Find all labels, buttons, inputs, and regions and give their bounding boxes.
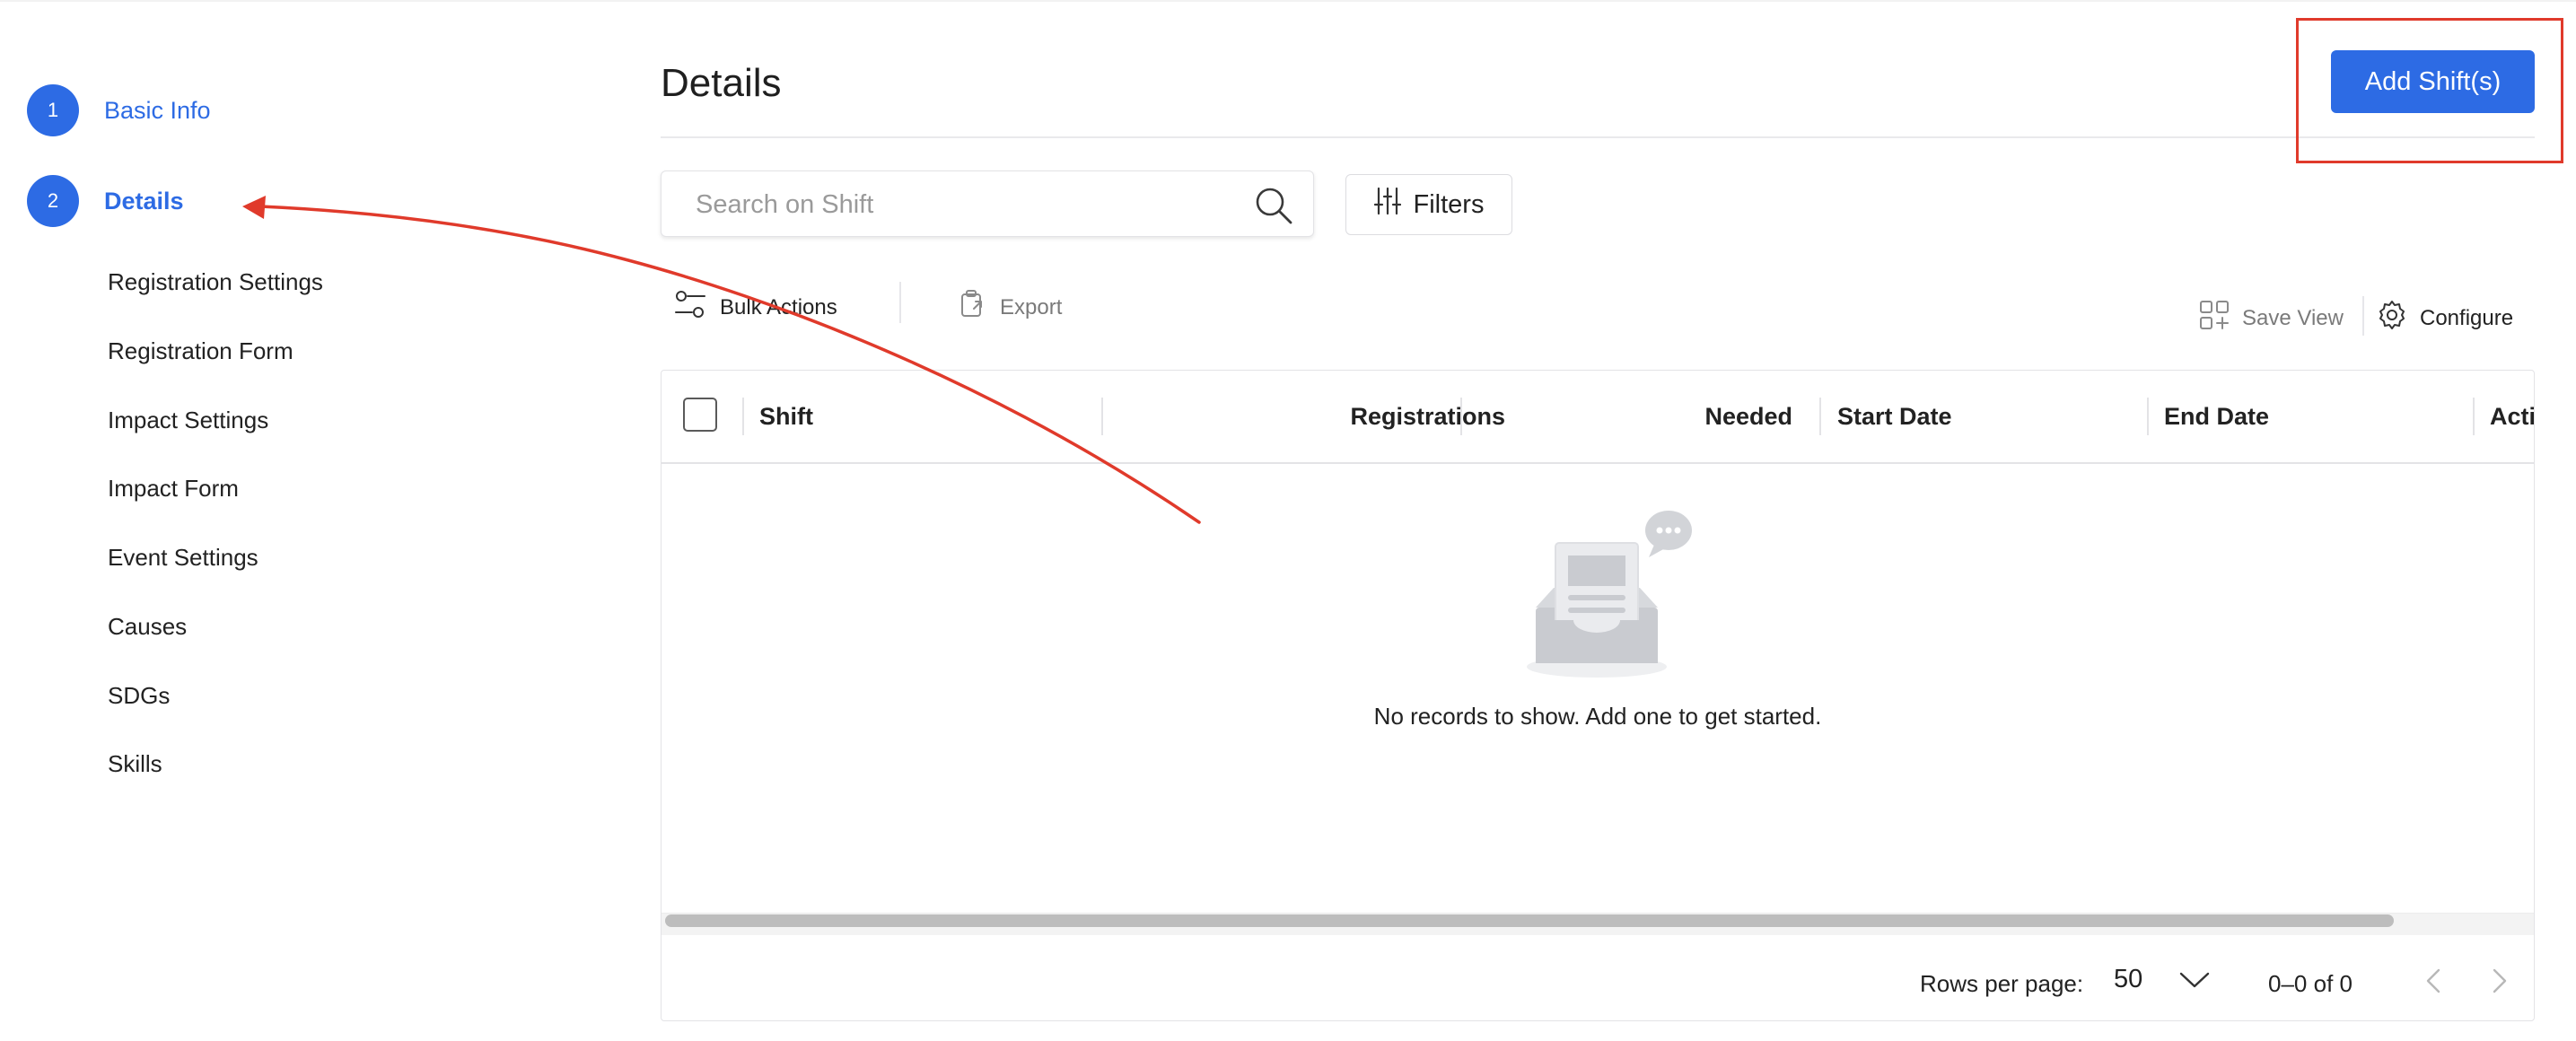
rows-per-page-select[interactable]: 50 — [2114, 965, 2142, 994]
title-divider — [661, 136, 2535, 138]
rows-per-page-label: Rows per page: — [1920, 970, 2084, 997]
chevron-left-icon[interactable] — [2423, 963, 2446, 1003]
column-actions[interactable]: Acti — [2490, 403, 2534, 431]
empty-inbox-illustration — [1523, 505, 1703, 689]
step-basic-info[interactable]: 1 Basic Info — [27, 84, 211, 136]
subnav-event-settings[interactable]: Event Settings — [108, 544, 258, 572]
annotation-highlight-box — [2296, 18, 2563, 163]
export-label: Export — [1000, 294, 1063, 319]
column-end-date[interactable]: End Date — [2164, 403, 2269, 431]
filters-label: Filters — [1413, 189, 1485, 219]
bulk-actions-label: Bulk Actions — [720, 294, 837, 319]
configure-label: Configure — [2420, 305, 2514, 330]
column-divider — [1101, 398, 1103, 435]
step-number: 2 — [27, 175, 79, 227]
subnav-sdgs[interactable]: SDGs — [108, 682, 170, 710]
empty-state-message: No records to show. Add one to get start… — [1373, 703, 1822, 730]
column-divider — [2147, 398, 2149, 435]
bulk-actions-icon — [673, 289, 707, 326]
search-icon[interactable] — [1254, 186, 1293, 230]
filters-button[interactable]: Filters — [1345, 174, 1512, 235]
search-input[interactable] — [694, 184, 1200, 225]
horizontal-scrollbar-thumb[interactable] — [665, 914, 2394, 927]
column-divider — [742, 398, 744, 435]
column-divider — [1460, 398, 1462, 435]
select-all-checkbox[interactable] — [683, 398, 717, 432]
configure-button[interactable]: Configure — [2377, 300, 2513, 337]
subnav-registration-settings[interactable]: Registration Settings — [108, 268, 323, 296]
chevron-right-icon[interactable] — [2487, 963, 2510, 1003]
pagination-range: 0–0 of 0 — [2268, 970, 2353, 997]
step-number: 1 — [27, 84, 79, 136]
search-box[interactable] — [661, 171, 1314, 237]
page-title: Details — [661, 61, 782, 105]
subnav-impact-form[interactable]: Impact Form — [108, 475, 239, 503]
shifts-table: Shift Registrations Needed Start Date En… — [661, 370, 2535, 1021]
save-view-button[interactable]: Save View — [2199, 300, 2344, 337]
filters-icon — [1373, 187, 1401, 223]
toolbar-divider — [2362, 296, 2364, 336]
step-label: Details — [104, 187, 184, 214]
export-icon — [959, 289, 987, 326]
column-needed[interactable]: Needed — [1704, 403, 1792, 431]
column-divider — [2473, 398, 2475, 435]
bulk-actions-button[interactable]: Bulk Actions — [673, 289, 837, 326]
column-start-date[interactable]: Start Date — [1837, 403, 1952, 431]
subnav-skills[interactable]: Skills — [108, 750, 162, 778]
column-shift[interactable]: Shift — [759, 403, 813, 431]
step-details[interactable]: 2 Details — [27, 175, 184, 227]
top-divider — [0, 0, 2576, 2]
table-header: Shift Registrations Needed Start Date En… — [662, 371, 2534, 464]
subnav-causes[interactable]: Causes — [108, 613, 187, 641]
column-registrations[interactable]: Registrations — [1350, 403, 1505, 431]
save-view-icon — [2199, 300, 2230, 337]
column-divider — [1819, 398, 1821, 435]
gear-icon — [2377, 300, 2407, 337]
step-label: Basic Info — [104, 96, 211, 124]
subnav-impact-settings[interactable]: Impact Settings — [108, 407, 268, 434]
toolbar-divider — [899, 282, 901, 323]
export-button[interactable]: Export — [959, 289, 1062, 326]
save-view-label: Save View — [2242, 305, 2344, 330]
chevron-down-icon[interactable] — [2178, 967, 2211, 998]
subnav-registration-form[interactable]: Registration Form — [108, 337, 294, 365]
